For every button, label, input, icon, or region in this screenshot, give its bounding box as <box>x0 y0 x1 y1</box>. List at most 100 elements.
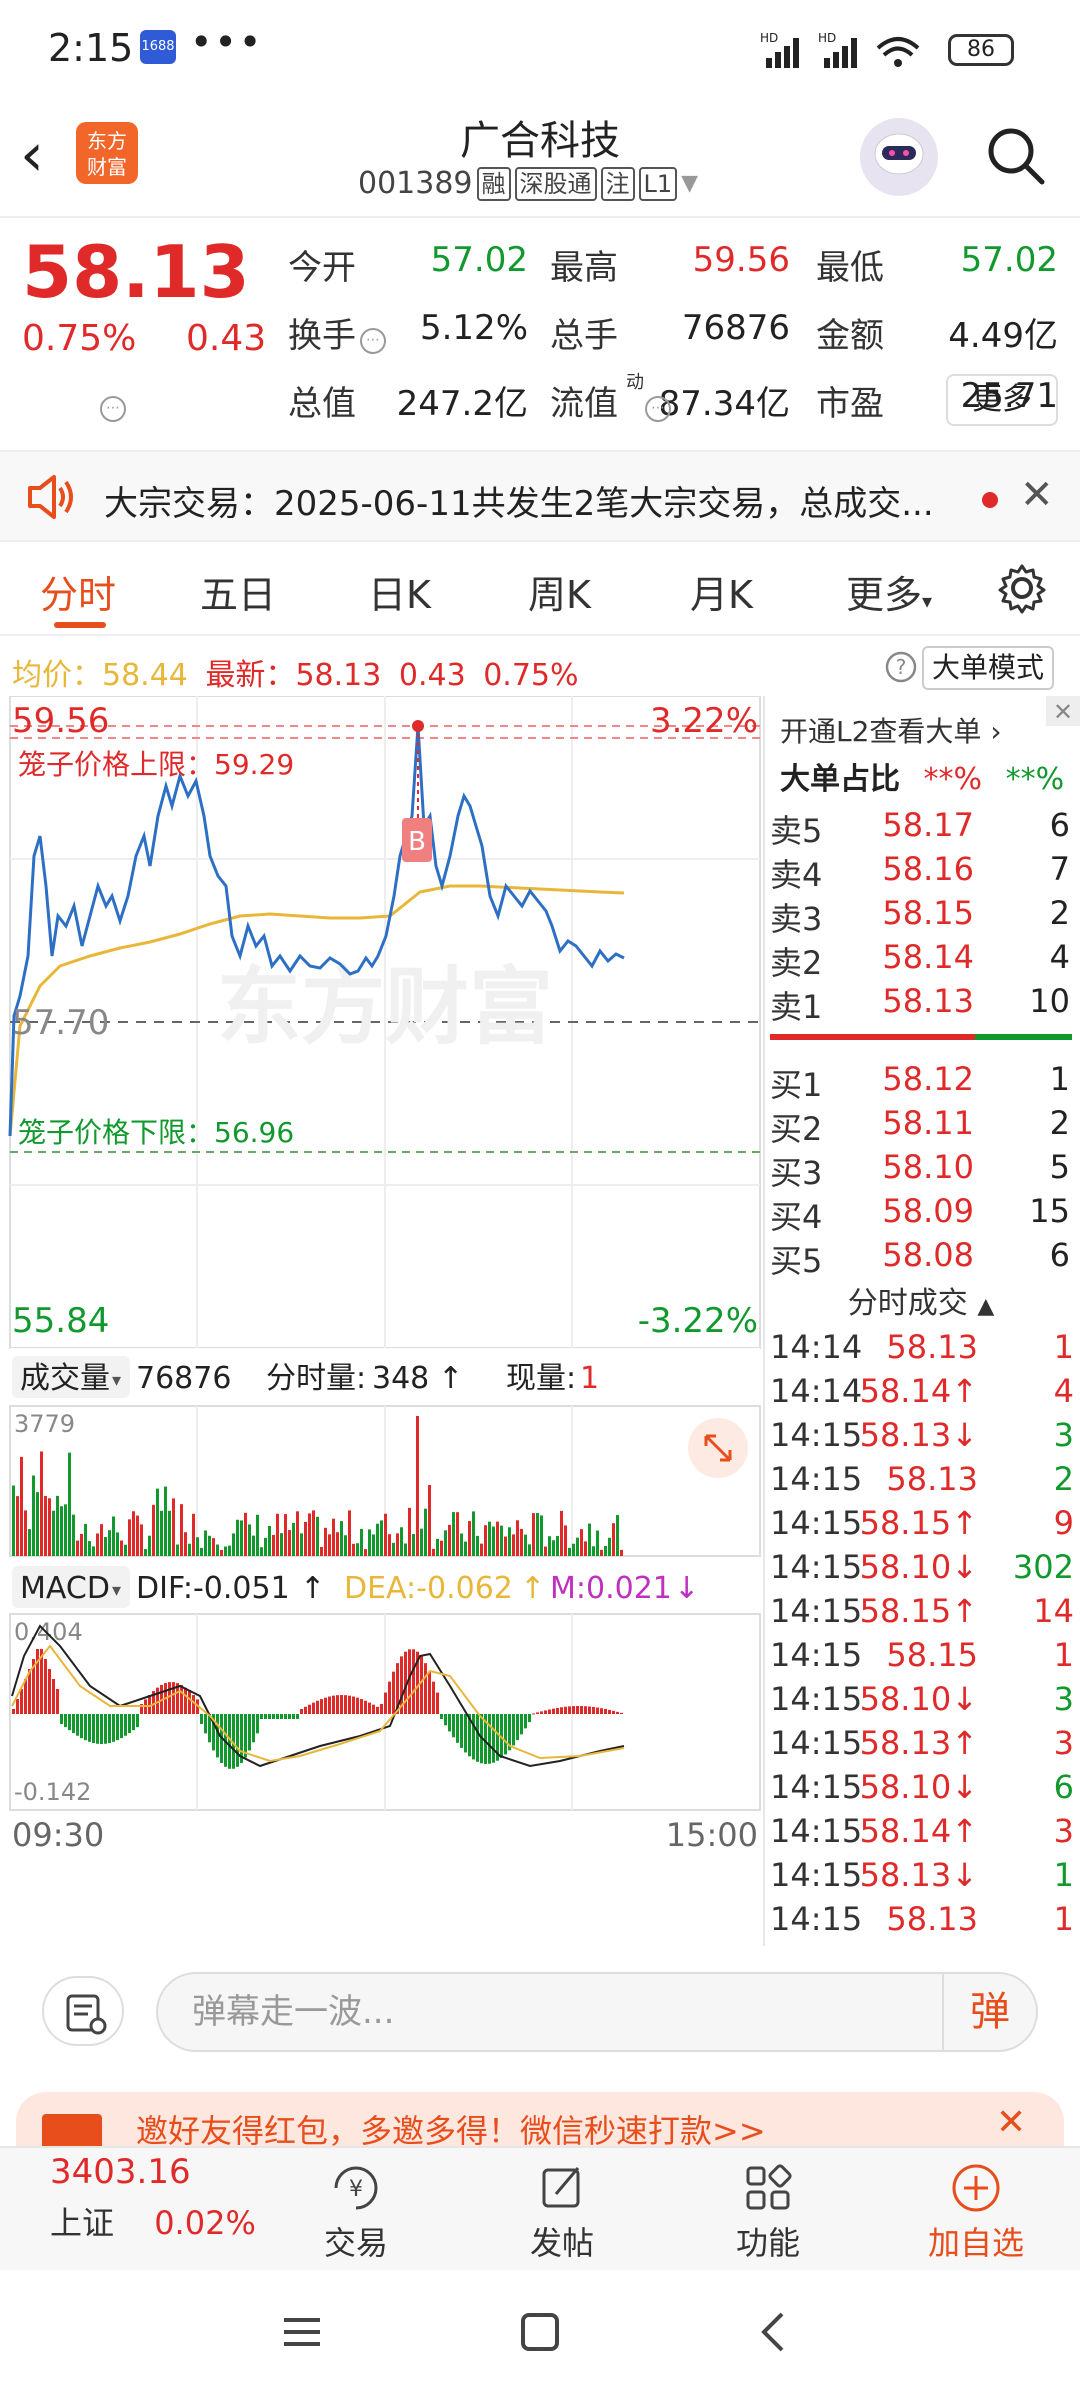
robot-assistant-avatar[interactable] <box>860 118 938 196</box>
volume-bar <box>356 1543 359 1556</box>
level-label: 卖5 <box>770 812 823 850</box>
add-watchlist-label: 加自选 <box>927 2224 1024 2262</box>
big-ratio-label: 大单占比 <box>780 762 900 797</box>
level-price: 58.09 <box>882 1192 974 1230</box>
macd-bar <box>44 1659 47 1714</box>
quote-field-value: 87.34亿 <box>658 384 790 424</box>
macd-bar <box>200 1714 203 1724</box>
block-trade-notice[interactable]: 大宗交易：2025-06-11共发生2笔大宗交易，总成交... ✕ <box>0 450 1080 542</box>
volume-bar <box>596 1530 599 1556</box>
level-price: 58.17 <box>882 806 974 844</box>
svg-text:HD: HD <box>818 31 836 45</box>
volume-bar <box>156 1488 159 1556</box>
l2-upgrade-link[interactable]: 开通L2查看大单 › <box>780 710 1002 750</box>
index-widget[interactable]: 3403.16 上证 0.02% <box>50 2152 256 2244</box>
trade-icon: ¥ <box>334 2166 378 2210</box>
volume-bar <box>448 1524 451 1556</box>
order-book-row: 买2 58.11 2 <box>770 1104 1070 1148</box>
tab-weekly-k[interactable]: 周K <box>528 564 591 619</box>
macd-bar <box>132 1714 135 1731</box>
macd-bar <box>48 1669 51 1714</box>
trade-price: 58.15↑ <box>859 1592 978 1630</box>
trade-price: 58.13 <box>886 1900 978 1938</box>
trade-row: 14:15 58.14↑ 3 <box>770 1812 1074 1856</box>
intraday-chart-area[interactable]: 东方财富 B 59.56 3.22% 笼子价格上限：59.29 57.70 笼子… <box>0 695 1080 1946</box>
tab-intraday[interactable]: 分时 <box>40 564 116 619</box>
trade-price: 58.13↑ <box>859 1724 978 1762</box>
macd-bar <box>364 1700 367 1714</box>
promo-close-icon[interactable]: ✕ <box>996 2102 1026 2143</box>
macd-bar <box>100 1714 103 1744</box>
macd-bar <box>392 1671 395 1714</box>
macd-bar <box>80 1714 83 1739</box>
volume-bar <box>24 1510 27 1556</box>
back-arrow-icon[interactable]: ‹ <box>20 120 44 190</box>
home-icon[interactable] <box>518 2310 562 2358</box>
volume-bar <box>160 1510 163 1556</box>
pe-dynamic-superscript: 动 <box>626 372 644 393</box>
tab-monthly-k[interactable]: 月K <box>690 564 753 619</box>
quote-field-value: 76876 <box>681 308 790 348</box>
latest-pct: 0.75% <box>483 658 579 693</box>
volume-bar <box>104 1537 107 1556</box>
volume-bar <box>48 1498 51 1556</box>
function-button[interactable]: 功能 <box>698 2158 838 2264</box>
danmaku-list-button[interactable] <box>42 1976 124 2046</box>
volume-bar <box>232 1533 235 1556</box>
trade-price: 58.15 <box>886 1636 978 1674</box>
level-label: 买2 <box>770 1110 823 1148</box>
close-icon[interactable]: ✕ <box>1020 472 1054 518</box>
trade-button[interactable]: ¥ 交易 <box>286 2158 426 2264</box>
tab-daily-k[interactable]: 日K <box>368 564 431 619</box>
macd-bar <box>136 1714 139 1728</box>
volume-bar <box>116 1532 119 1556</box>
macd-bar <box>556 1707 559 1714</box>
tab-five-day[interactable]: 五日 <box>200 564 276 619</box>
quote-field-value: 4.49亿 <box>948 316 1058 356</box>
volume-bar <box>144 1549 147 1556</box>
latest-label: 最新： <box>205 658 296 693</box>
danmaku-send-button[interactable]: 弹 <box>942 1974 1036 2050</box>
macd-bar <box>428 1671 431 1714</box>
svg-text:↑: ↑ <box>520 1571 545 1606</box>
gear-icon[interactable] <box>996 562 1048 618</box>
macd-bar <box>536 1712 539 1714</box>
search-icon[interactable] <box>984 124 1048 192</box>
trade-qty: 1 <box>1053 1328 1074 1366</box>
volume-bar <box>364 1549 367 1556</box>
danmaku-input[interactable]: 弹幕走一波... <box>156 1972 1038 2052</box>
volume-bar <box>208 1535 211 1556</box>
big-order-mode-button[interactable]: 大单模式 <box>922 646 1055 690</box>
macd-dif: DIF:-0.051 <box>136 1571 290 1606</box>
info-icon[interactable]: ⋯ <box>645 396 671 422</box>
help-icon[interactable]: ? <box>884 650 918 692</box>
macd-bar <box>380 1704 383 1714</box>
trades-header[interactable]: 分时成交 ▲ <box>770 1278 1072 1322</box>
volume-bar <box>176 1544 179 1556</box>
add-watchlist-button[interactable]: 加自选 <box>906 2158 1046 2264</box>
tab-more[interactable]: 更多▾ <box>846 564 932 619</box>
more-button[interactable]: 更多 <box>946 374 1058 426</box>
macd-selector: MACD <box>20 1571 110 1606</box>
info-icon[interactable]: ⋯ <box>100 396 126 422</box>
volume-bar <box>572 1543 575 1556</box>
macd-bar <box>560 1707 563 1714</box>
macd-bar <box>608 1709 611 1714</box>
big-order-ratio: 大单占比 **% **% <box>780 754 1064 798</box>
l2-link-text: 开通L2查看大单 <box>780 715 982 748</box>
menu-icon[interactable] <box>280 2310 324 2358</box>
info-icon[interactable]: ⋯ <box>360 328 386 354</box>
change-percent: 0.75% <box>22 318 137 359</box>
tick-volume-label: 分时量: <box>266 1361 366 1396</box>
post-button[interactable]: 发帖 <box>492 2158 632 2264</box>
stock-code-row: 001389 融 深股通 注 L1 ▼ <box>358 166 698 201</box>
macd-bar <box>512 1714 515 1746</box>
dropdown-icon[interactable]: ▼ <box>681 171 698 196</box>
macd-bar <box>472 1714 475 1760</box>
promo-banner[interactable]: 邀好友得红包，多邀多得！微信秒速打款>> ✕ <box>16 2092 1064 2152</box>
nav-back-icon[interactable] <box>754 2310 798 2358</box>
notice-text: 大宗交易：2025-06-11共发生2笔大宗交易，总成交... <box>104 484 934 524</box>
chevron-down-icon: ▾ <box>922 589 933 613</box>
volume-bar <box>600 1549 603 1556</box>
quote-field-value: 59.56 <box>692 240 790 280</box>
